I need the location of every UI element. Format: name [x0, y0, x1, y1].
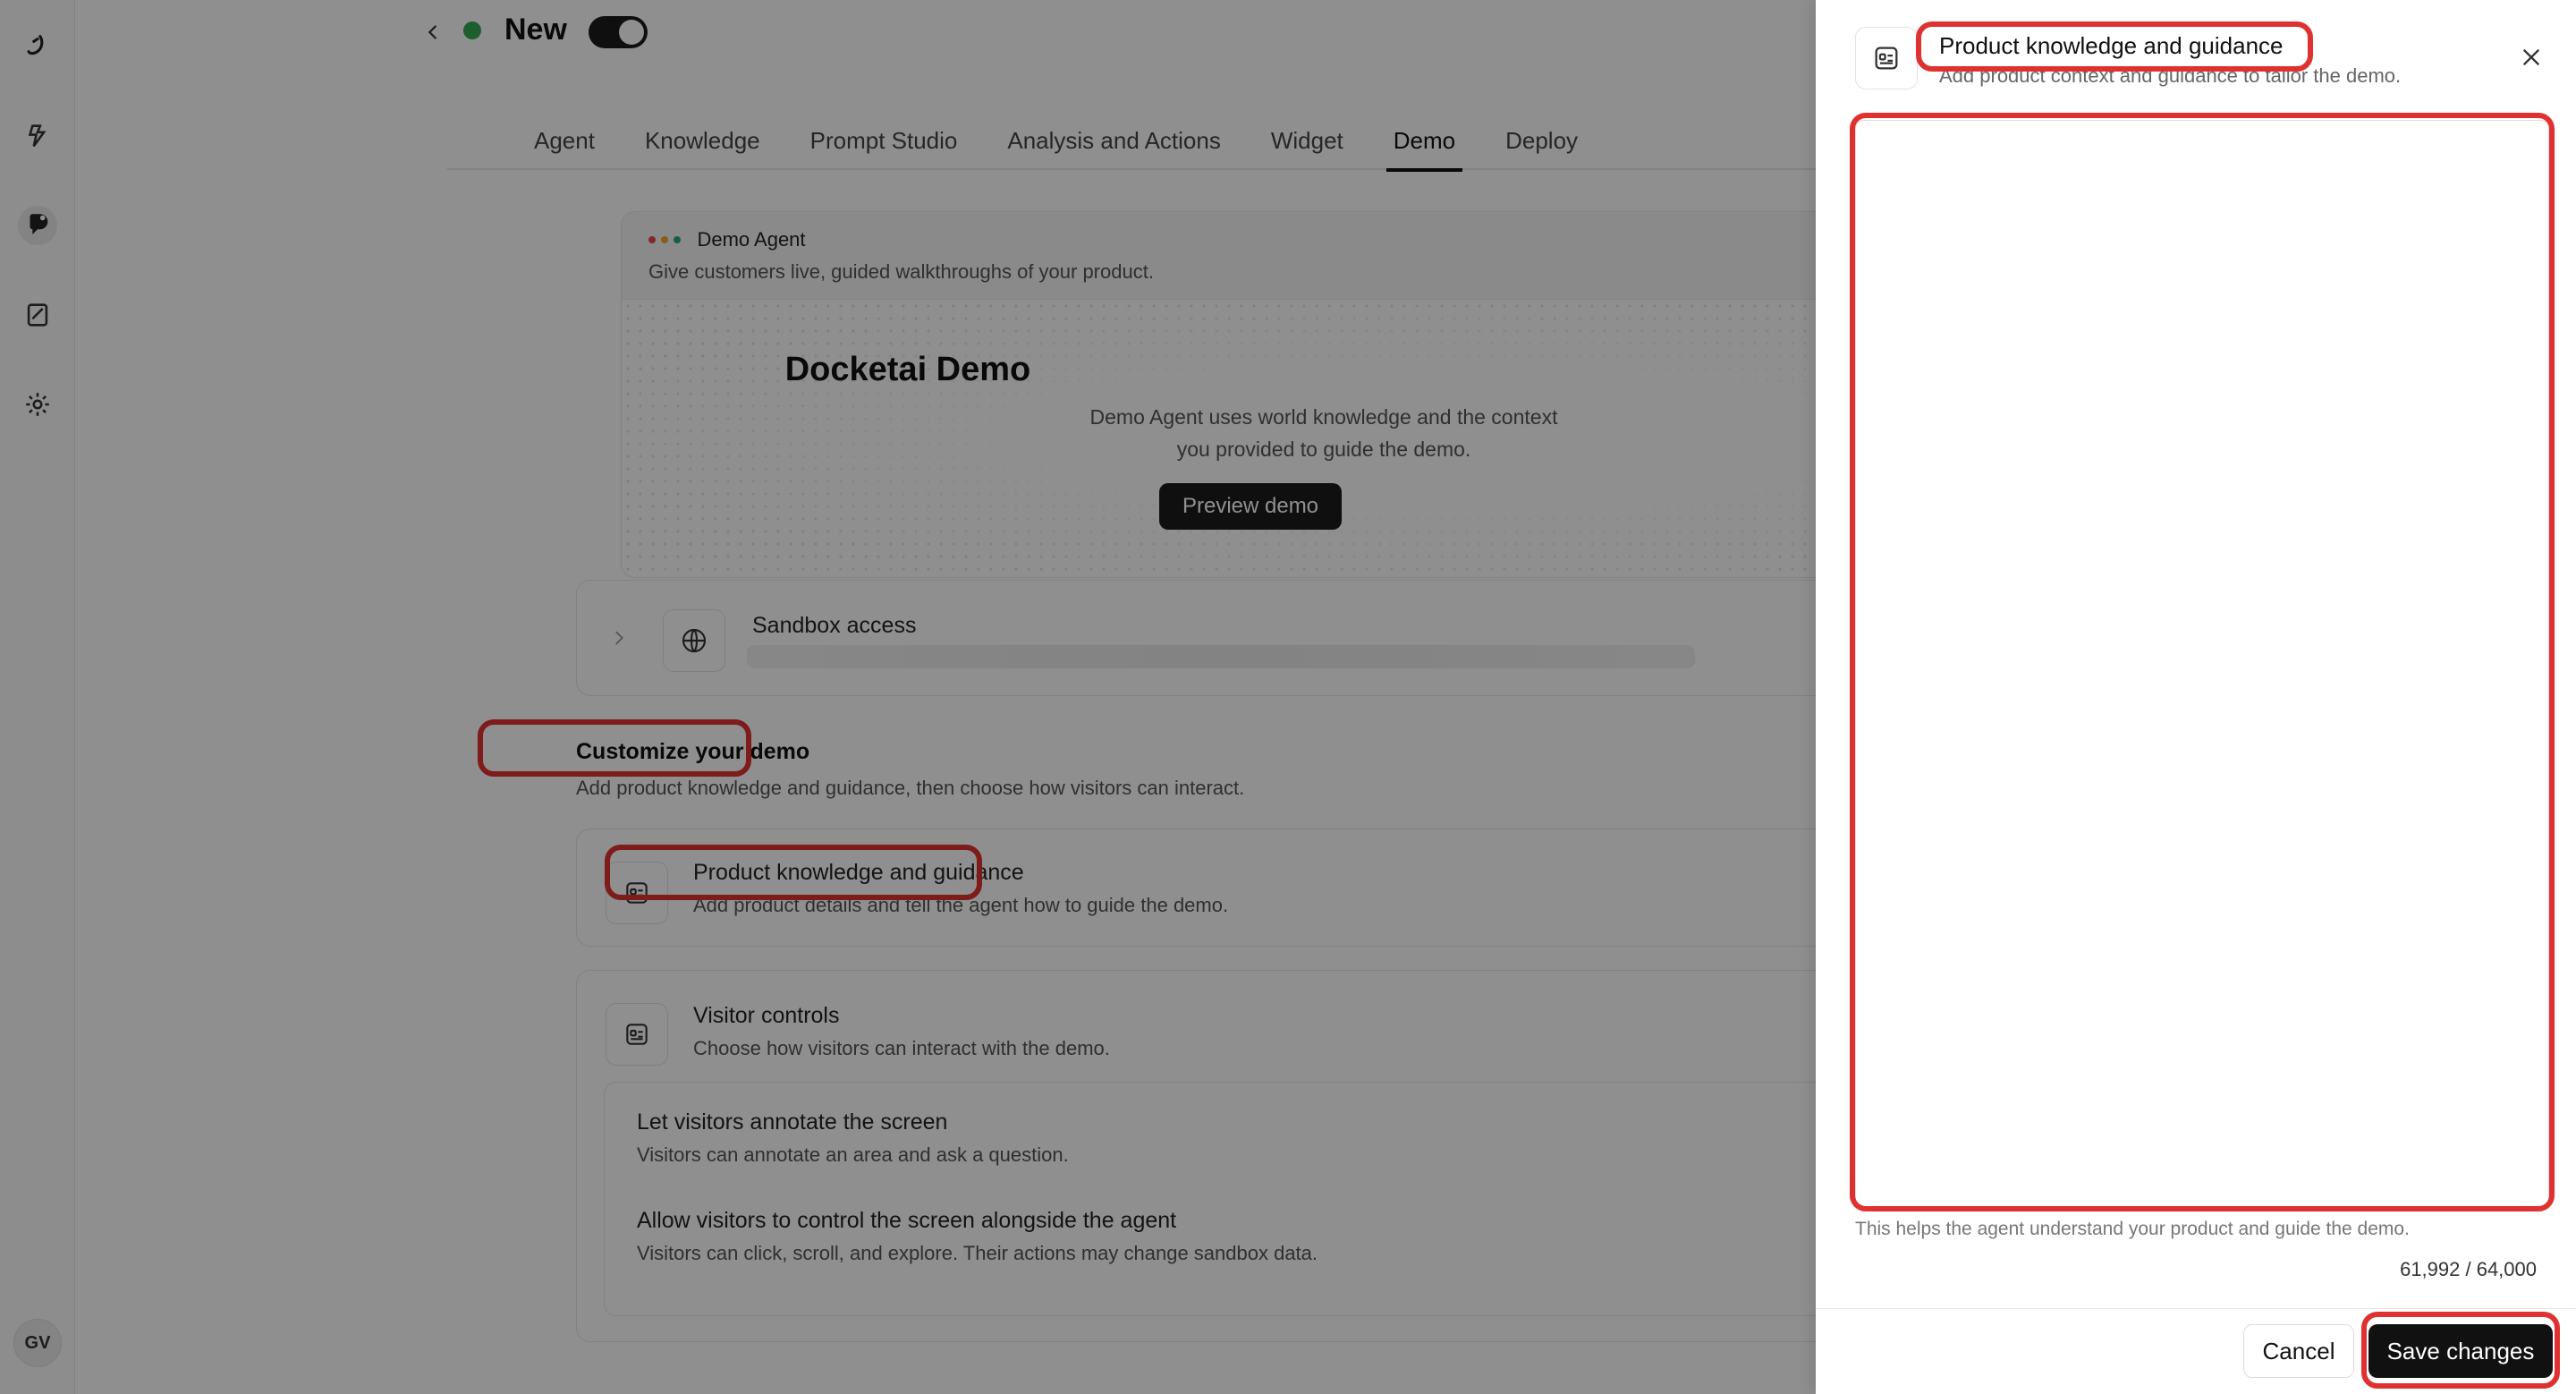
- knowledge-textarea[interactable]: [1855, 120, 2549, 1210]
- modal-backdrop[interactable]: [0, 0, 1816, 1394]
- textarea-helper-text: This helps the agent understand your pro…: [1855, 1219, 2410, 1239]
- character-counter: 61,992 / 64,000: [2400, 1258, 2537, 1280]
- highlight-drawer-title: [1916, 21, 2313, 72]
- highlight-save-button: [2361, 1312, 2560, 1389]
- knowledge-drawer: Product knowledge and guidance Add produ…: [1816, 0, 2576, 1394]
- close-button[interactable]: [2513, 39, 2549, 75]
- cancel-button[interactable]: Cancel: [2243, 1324, 2354, 1378]
- close-icon: [2523, 49, 2539, 65]
- drawer-document-icon: [1855, 27, 1918, 89]
